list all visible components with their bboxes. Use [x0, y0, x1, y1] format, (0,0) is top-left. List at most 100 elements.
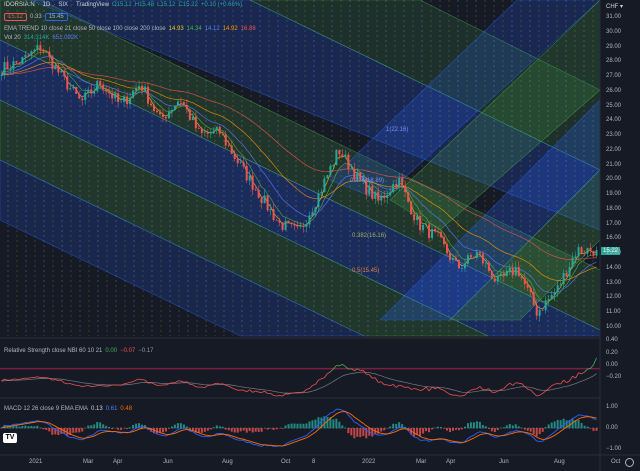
macd-histogram-bar [386, 428, 389, 429]
macd-histogram-bar [505, 425, 508, 429]
volume-legend[interactable]: Vol 20 314.314K 651.092K [4, 35, 78, 41]
spread: 0.33 [30, 14, 42, 20]
settings-gear-icon[interactable] [625, 458, 634, 467]
candle [535, 305, 538, 316]
rs-line-segment [339, 363, 343, 367]
macd-histogram-bar [209, 428, 212, 430]
macd-histogram-bar [449, 428, 451, 432]
price-tick: 10.00 [606, 323, 622, 330]
rs-line-segment [330, 368, 334, 373]
candle [96, 81, 99, 91]
macd-histogram-bar [481, 424, 484, 429]
rs-line-segment [264, 390, 268, 394]
candle [523, 278, 526, 285]
rs-line-segment [485, 388, 489, 390]
macd-histogram-bar [532, 428, 535, 435]
candle [158, 112, 161, 115]
rs-line-segment [312, 384, 316, 386]
buy-button[interactable]: 15.45 [44, 13, 68, 21]
candle [167, 111, 170, 119]
candle [541, 309, 544, 311]
rs-line-segment [560, 379, 564, 385]
macd-histogram-bar [454, 428, 457, 430]
candle [490, 271, 493, 279]
candle [514, 267, 517, 276]
candle [257, 189, 260, 198]
candle [350, 168, 353, 170]
candle [144, 86, 147, 91]
macd-histogram-bar [9, 426, 12, 429]
candle [215, 126, 218, 131]
time-tick: 2022 [362, 459, 376, 465]
candle [212, 130, 215, 134]
rs-line-segment [380, 381, 385, 385]
candle [90, 89, 93, 94]
macd-histogram-bar [550, 422, 553, 429]
rs-line-segment [593, 357, 597, 365]
macd-legend[interactable]: MACD 12 26 close 9 EMA EMA 0.13 0.61 0.4… [4, 406, 132, 412]
candle [583, 252, 586, 254]
rs-line-segment [216, 382, 220, 385]
rs-line-segment [581, 371, 585, 375]
candle [147, 86, 150, 104]
candle [338, 149, 341, 155]
candle [520, 276, 523, 279]
rs-line-segment [401, 385, 406, 388]
candle [299, 226, 302, 227]
rs-line-segment [324, 373, 328, 378]
macd-histogram-bar [335, 418, 338, 429]
macd-histogram-bar [580, 423, 583, 429]
macd-histogram-bar [275, 428, 278, 430]
macd-histogram-bar [535, 428, 538, 437]
price-chart[interactable] [0, 0, 640, 471]
macd-histogram-bar [556, 419, 559, 429]
time-tick: Mar [83, 459, 94, 465]
candle [505, 270, 508, 277]
price-tick: 22.00 [606, 146, 622, 153]
rs-line-segment [261, 390, 265, 393]
candle [532, 292, 535, 306]
macd-histogram-bar [356, 428, 359, 437]
rs-line-segment [503, 385, 508, 390]
rs-line-segment [327, 371, 331, 374]
candle [296, 225, 299, 227]
candle [272, 209, 275, 221]
macd-histogram-bar [326, 416, 329, 429]
macd-histogram-bar [392, 423, 395, 429]
candle [308, 215, 311, 225]
candle [386, 195, 389, 199]
currency-selector[interactable]: CHF ▾ [606, 3, 623, 10]
ohlc-change: +0.10 (+0.66%) [200, 2, 243, 8]
candle [48, 51, 51, 57]
price-tick: 17.00 [606, 220, 622, 227]
time-tick: Jun [163, 459, 173, 465]
candle [517, 267, 520, 277]
candle [586, 247, 589, 254]
price-tick: 18.00 [606, 205, 622, 212]
rs-line-segment [411, 388, 415, 390]
candle [87, 89, 90, 93]
ema-legend[interactable]: EMA TREND 10 close 21 close 50 close 100… [4, 26, 256, 32]
sell-button[interactable]: 15.12 [4, 13, 28, 21]
rs-line-segment [551, 383, 555, 387]
rs-line-segment [470, 388, 475, 391]
rs-line-segment [512, 382, 517, 386]
macd-histogram-bar [126, 428, 129, 430]
rs-line-segment [94, 385, 98, 387]
macd-histogram-bar [200, 428, 203, 433]
macd-value: 0.61 [105, 406, 118, 412]
rs-line-segment [584, 368, 588, 373]
candle [278, 220, 281, 223]
symbol[interactable]: IDORSIA:N [4, 2, 35, 8]
price-tick: 29.00 [606, 43, 622, 50]
macd-histogram-bar [27, 426, 30, 429]
interval[interactable]: 1D [43, 2, 51, 8]
rs-legend[interactable]: Relative Strength close NBI 60 10 21 0.0… [4, 348, 153, 354]
candle [155, 110, 158, 113]
rs-line-segment [407, 386, 412, 390]
macd-histogram-bar [353, 428, 356, 439]
candle [251, 175, 254, 190]
macd-histogram-bar [230, 428, 233, 432]
rs-line-segment [521, 383, 526, 387]
tradingview-logo[interactable]: TV [3, 433, 17, 443]
